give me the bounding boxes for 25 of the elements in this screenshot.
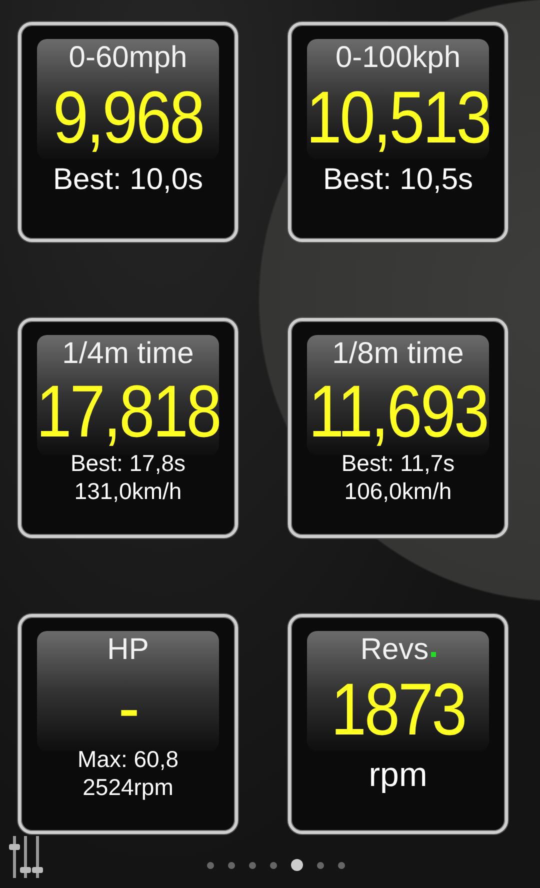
page-dot[interactable] <box>317 862 324 868</box>
gauge-detail: 106,0km/h <box>344 477 452 505</box>
page-dot[interactable] <box>249 862 256 868</box>
gauge-title: Revs <box>360 632 429 668</box>
gauge-detail: 2524rpm <box>82 773 174 801</box>
gauge-value: 9,968 <box>52 74 204 160</box>
gauge-value: 10,513 <box>306 74 490 160</box>
gauge-card[interactable]: 1/4m time 17,818 Best: 17,8s 131,0km/h <box>18 318 238 538</box>
page-dot[interactable] <box>228 862 235 868</box>
gauge-detail: rpm <box>368 755 428 795</box>
gauge-value: 1873 <box>330 666 466 752</box>
gauge-card[interactable]: HP - Max: 60,8 2524rpm <box>18 614 238 834</box>
gauge-title: 0-100kph <box>335 40 461 76</box>
gauge-detail: Best: 10,5s <box>322 163 474 197</box>
gauge-card[interactable]: Revs 1873 rpm <box>288 614 508 834</box>
page-dot[interactable] <box>270 862 277 868</box>
gauge-card[interactable]: 0-100kph 10,513 Best: 10,5s <box>288 22 508 242</box>
gauge-detail: Best: 10,0s <box>52 163 204 197</box>
gauge-card[interactable]: 1/8m time 11,693 Best: 11,7s 106,0km/h <box>288 318 508 538</box>
gauge-detail: 131,0km/h <box>74 477 182 505</box>
page-dot[interactable] <box>338 862 345 868</box>
page-dot[interactable] <box>207 862 214 868</box>
page-dot[interactable] <box>291 859 303 871</box>
gauge-title: 0-60mph <box>68 40 188 76</box>
gauge-card[interactable]: 0-60mph 9,968 Best: 10,0s <box>18 22 238 242</box>
